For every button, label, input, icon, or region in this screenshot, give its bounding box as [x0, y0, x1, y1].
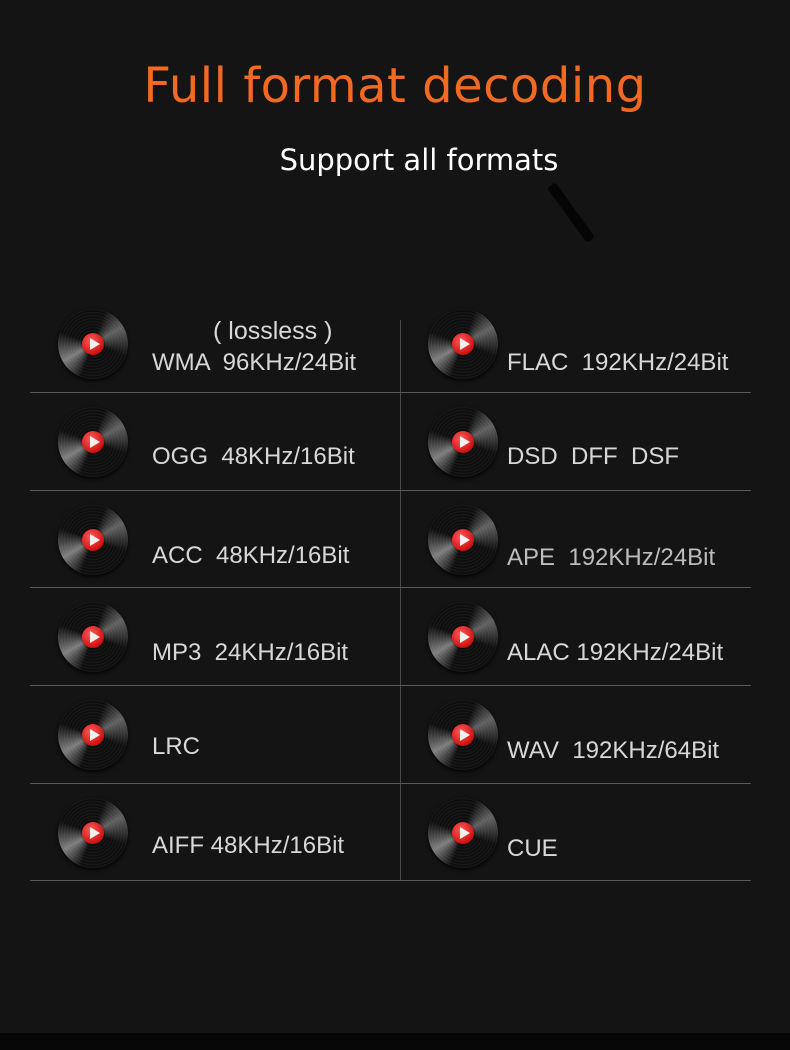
format-item-acc: ACC 48KHz/16Bit [30, 491, 400, 588]
format-item-lrc: LRC [30, 686, 400, 783]
format-label: WAV 192KHz/64Bit [507, 737, 720, 764]
format-item-ogg: OGG 48KHz/16Bit [30, 393, 400, 490]
vinyl-play-icon [58, 798, 128, 868]
decorative-stroke [547, 182, 596, 244]
vinyl-play-icon [58, 602, 128, 672]
vinyl-play-icon [428, 309, 498, 379]
vinyl-play-icon [58, 309, 128, 379]
vinyl-play-icon [428, 798, 498, 868]
play-icon [90, 338, 100, 350]
bottom-band [0, 1033, 790, 1050]
play-icon [460, 631, 470, 643]
vinyl-play-icon [428, 700, 498, 770]
format-label: ACC 48KHz/16Bit [152, 542, 350, 569]
vinyl-play-icon [58, 505, 128, 575]
play-icon [90, 631, 100, 643]
format-label: MP3 24KHz/16Bit [152, 639, 349, 666]
vinyl-play-icon [428, 602, 498, 672]
format-item-ape: APE 192KHz/24Bit [400, 491, 770, 588]
format-label: APE 192KHz/24Bit [507, 544, 716, 571]
format-label: OGG 48KHz/16Bit [152, 443, 355, 470]
play-icon [460, 729, 470, 741]
format-label: DSD DFF DSF [507, 443, 679, 470]
play-icon [460, 827, 470, 839]
play-icon [90, 729, 100, 741]
page-subtitle: Support all formats [279, 143, 559, 177]
format-label: WMA 96KHz/24Bit [152, 349, 357, 376]
format-label: LRC [152, 733, 201, 760]
play-icon [460, 436, 470, 448]
format-label: CUE [507, 835, 558, 862]
format-item-cue: CUE [400, 784, 770, 881]
format-item-aiff: AIFF 48KHz/16Bit [30, 784, 400, 881]
page-title: Full format decoding [143, 58, 647, 114]
format-item-alac: ALAC 192KHz/24Bit [400, 588, 770, 685]
vinyl-play-icon [58, 700, 128, 770]
play-icon [90, 436, 100, 448]
format-item-mp3: MP3 24KHz/16Bit [30, 588, 400, 685]
play-icon [90, 827, 100, 839]
format-label: FLAC 192KHz/24Bit [507, 349, 729, 376]
format-item-wma: ( lossless ) WMA 96KHz/24Bit [30, 295, 400, 392]
vinyl-play-icon [58, 407, 128, 477]
play-icon [90, 534, 100, 546]
play-icon [460, 338, 470, 350]
play-icon [460, 534, 470, 546]
format-label: AIFF 48KHz/16Bit [152, 832, 345, 859]
format-item-wav: WAV 192KHz/64Bit [400, 686, 770, 783]
format-note: ( lossless ) [213, 317, 333, 345]
format-item-dsd: DSD DFF DSF [400, 393, 770, 490]
format-item-flac: FLAC 192KHz/24Bit [400, 295, 770, 392]
vinyl-play-icon [428, 505, 498, 575]
vinyl-play-icon [428, 407, 498, 477]
format-label: ALAC 192KHz/24Bit [507, 639, 724, 666]
